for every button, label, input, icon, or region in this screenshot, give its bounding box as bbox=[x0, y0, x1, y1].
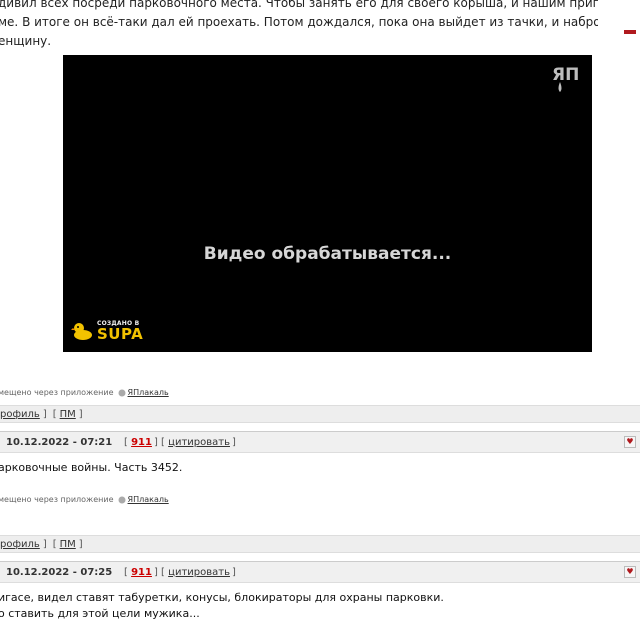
post-number-link[interactable]: 911 bbox=[131, 567, 152, 578]
app-link[interactable]: ЯПлакаль bbox=[128, 495, 169, 504]
post-date: 10.12.2022 - 07:25 bbox=[6, 566, 113, 578]
post-text-line: енщину. bbox=[0, 34, 52, 48]
post-text-line: дивил всех посреди парковочного места. Ч… bbox=[0, 0, 598, 10]
quote-link[interactable]: цитировать bbox=[168, 437, 230, 448]
post-date: 10.12.2022 - 07:21 bbox=[6, 436, 113, 448]
post-actions-bar: рофиль ] [ ПМ ] bbox=[0, 405, 640, 423]
svg-text:ЯП: ЯП bbox=[552, 65, 579, 85]
pm-link[interactable]: ПМ bbox=[60, 539, 76, 550]
quote-link[interactable]: цитировать bbox=[168, 567, 230, 578]
post-number-link[interactable]: 911 bbox=[131, 437, 152, 448]
post-text-line: ме. В итоге он всё-таки дал ей проехать.… bbox=[0, 15, 598, 29]
badge-big-text: SUPA bbox=[97, 324, 144, 343]
post-actions-bar: рофиль ] [ ПМ ] bbox=[0, 535, 640, 553]
post-text: арковочные войны. Часть 3452. bbox=[0, 461, 183, 474]
favorite-icon[interactable]: ♥ bbox=[624, 566, 636, 578]
post-text: дивил всех посреди парковочного места. Ч… bbox=[0, 0, 598, 51]
yaplakal-app-icon bbox=[118, 496, 126, 503]
video-status: Видео обрабатывается... bbox=[203, 244, 452, 264]
post-text-line: игасе, видел ставят табуретки, конусы, б… bbox=[0, 591, 444, 604]
app-note: мещено через приложение ЯПлакаль bbox=[0, 495, 169, 504]
scroll-marker-icon[interactable] bbox=[624, 18, 636, 34]
app-note-text: мещено через приложение bbox=[0, 495, 114, 504]
app-note: мещено через приложение ЯПлакаль bbox=[0, 388, 169, 397]
post-header: 10.12.2022 - 07:25 [ 911] [ цитировать] … bbox=[0, 561, 640, 583]
supa-badge: СОЗДАНО В SUPA bbox=[71, 318, 143, 344]
video-player[interactable]: ЯП Видео обрабатывается... СОЗДАНО В SUP… bbox=[63, 55, 592, 352]
app-link[interactable]: ЯПлакаль bbox=[128, 388, 169, 397]
post-text-line: о ставить для этой цели мужика... bbox=[0, 607, 200, 620]
pm-link[interactable]: ПМ bbox=[60, 409, 76, 420]
profile-link[interactable]: рофиль bbox=[0, 409, 40, 420]
yaplakal-app-icon bbox=[118, 389, 126, 396]
post-header: 10.12.2022 - 07:21 [ 911] [ цитировать] … bbox=[0, 431, 640, 453]
yap-watermark-icon: ЯП bbox=[550, 62, 584, 94]
favorite-icon[interactable]: ♥ bbox=[624, 436, 636, 448]
app-note-text: мещено через приложение bbox=[0, 388, 114, 397]
duck-icon bbox=[71, 323, 92, 340]
profile-link[interactable]: рофиль bbox=[0, 539, 40, 550]
